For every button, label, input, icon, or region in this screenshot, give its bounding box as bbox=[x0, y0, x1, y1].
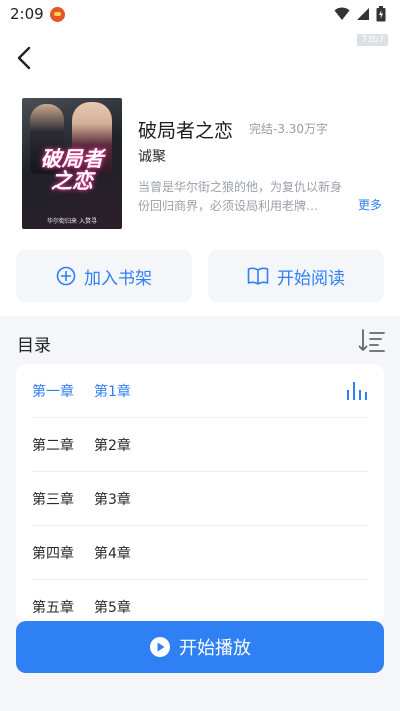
status-indicators bbox=[334, 6, 386, 22]
chapter-number: 第一章 bbox=[32, 383, 74, 400]
chevron-left-icon bbox=[17, 46, 31, 70]
wifi-icon bbox=[334, 7, 350, 20]
sort-descending-icon bbox=[358, 329, 385, 352]
chapter-row-4[interactable]: 第四章 第4章 bbox=[32, 526, 368, 580]
play-circle-icon bbox=[150, 637, 170, 657]
book-cover[interactable]: 破局者 之恋 华尔街归来 入赘寻 bbox=[22, 98, 122, 229]
book-description: 当曾是华尔街之狼的他，为复仇以新身份回归商界，必须设局利用老牌… bbox=[138, 180, 343, 213]
cellular-signal-icon bbox=[357, 8, 369, 20]
chapter-number: 第四章 bbox=[32, 545, 74, 562]
watermark: 73b7 bbox=[357, 34, 388, 46]
book-title: 破局者之恋 bbox=[138, 120, 234, 142]
start-reading-button[interactable]: 开始阅读 bbox=[208, 250, 384, 302]
cover-tagline: 华尔街归来 入赘寻 bbox=[47, 218, 97, 225]
chapter-row-3[interactable]: 第三章 第3章 bbox=[32, 472, 368, 526]
chapter-name: 第2章 bbox=[94, 437, 131, 454]
start-reading-label: 开始阅读 bbox=[277, 268, 345, 289]
book-author: 诚聚 bbox=[138, 149, 166, 165]
catalog-title: 目录 bbox=[17, 336, 51, 356]
open-book-icon bbox=[247, 267, 269, 285]
book-meta: 完结-3.30万字 bbox=[249, 122, 329, 136]
start-playing-button[interactable]: 开始播放 bbox=[16, 621, 384, 673]
book-info: 破局者 之恋 华尔街归来 入赘寻 破局者之恋 完结-3.30万字 诚聚 当曾是华… bbox=[0, 98, 400, 233]
sort-order-button[interactable] bbox=[358, 327, 386, 355]
status-time: 2:09 bbox=[10, 5, 44, 23]
top-bar: 73b7 bbox=[0, 28, 400, 88]
chapter-number: 第五章 bbox=[32, 599, 74, 616]
start-playing-label: 开始播放 bbox=[179, 638, 251, 659]
chapter-list: 第一章 第1章 第二章 第2章 第三章 第3章 第四章 第4章 第五章 第5章 bbox=[16, 364, 384, 624]
add-to-shelf-button[interactable]: 加入书架 bbox=[16, 250, 192, 302]
chapter-name: 第5章 bbox=[94, 599, 131, 616]
notification-app-icon bbox=[49, 6, 65, 22]
cover-title: 破局者 之恋 bbox=[22, 148, 122, 192]
chapter-row-5[interactable]: 第五章 第5章 bbox=[32, 580, 368, 624]
battery-icon bbox=[376, 6, 386, 22]
cover-title-line1: 破局者 bbox=[40, 147, 104, 171]
chapter-row-1[interactable]: 第一章 第1章 bbox=[32, 364, 368, 418]
chapter-name: 第4章 bbox=[94, 545, 131, 562]
chapter-name: 第1章 bbox=[94, 383, 131, 400]
add-to-shelf-label: 加入书架 bbox=[84, 268, 152, 289]
action-row: 加入书架 开始阅读 bbox=[16, 250, 384, 302]
now-playing-icon bbox=[347, 382, 367, 400]
back-button[interactable] bbox=[10, 42, 38, 74]
chapter-number: 第三章 bbox=[32, 491, 74, 508]
plus-circle-icon bbox=[56, 266, 76, 286]
chapter-number: 第二章 bbox=[32, 437, 74, 454]
chapter-row-2[interactable]: 第二章 第2章 bbox=[32, 418, 368, 472]
cover-title-line2: 之恋 bbox=[51, 169, 93, 193]
more-link[interactable]: 更多 bbox=[358, 196, 382, 213]
status-bar: 2:09 bbox=[0, 0, 400, 28]
chapter-name: 第3章 bbox=[94, 491, 131, 508]
